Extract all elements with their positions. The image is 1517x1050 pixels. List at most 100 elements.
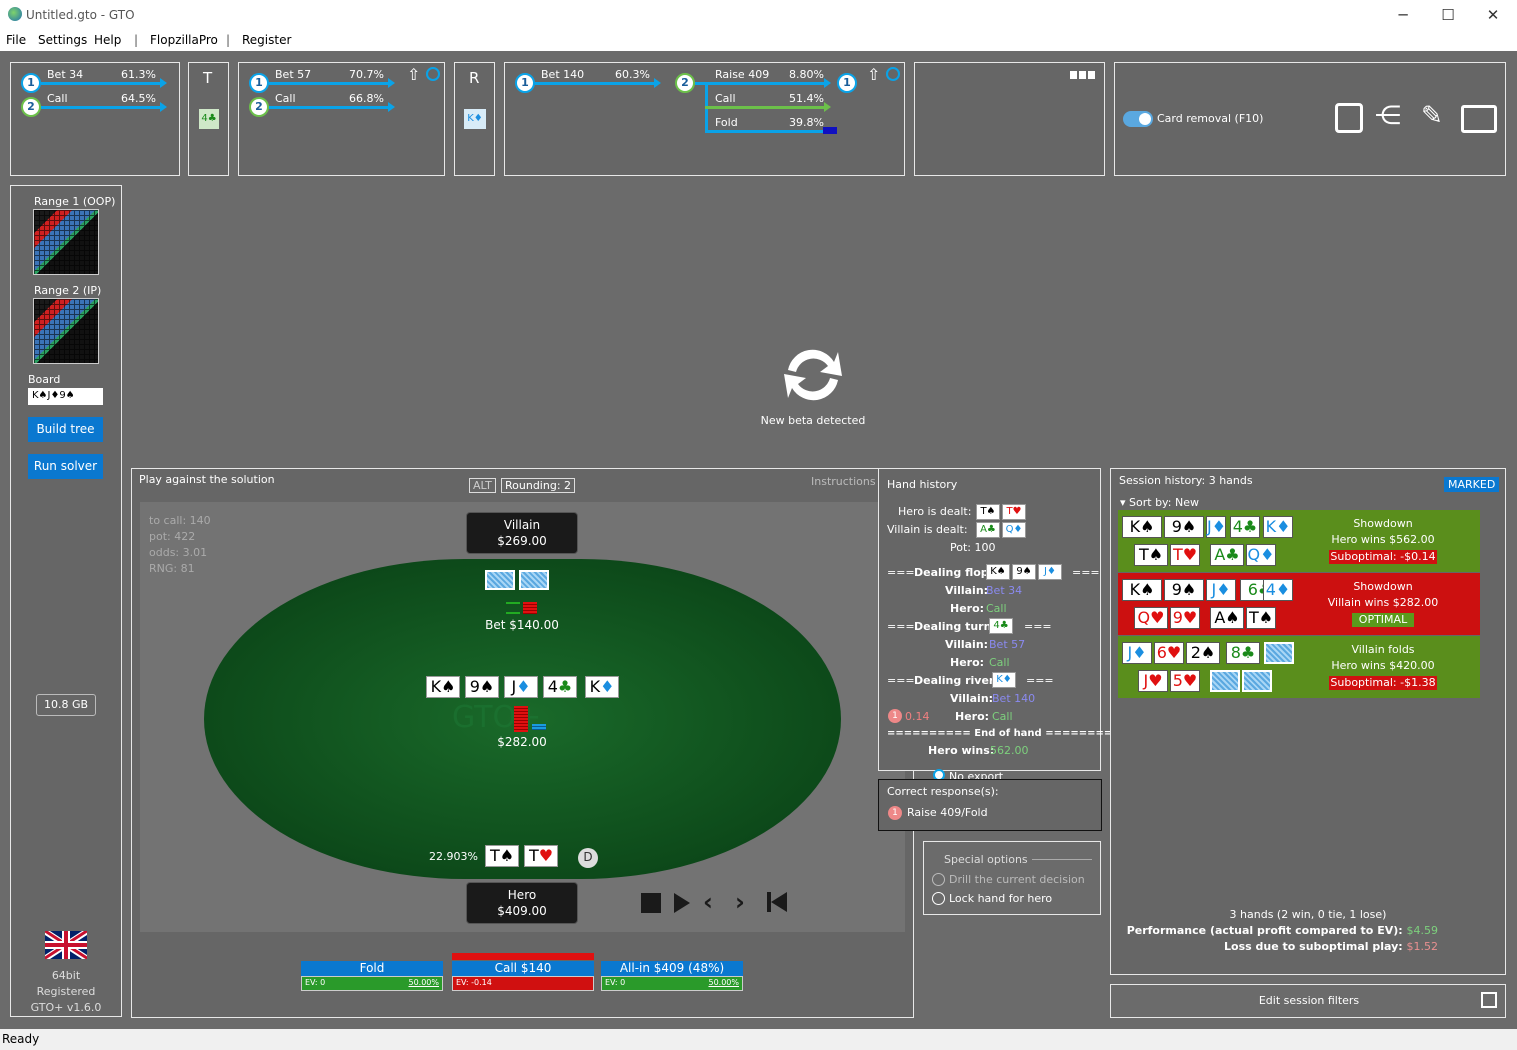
hh-end: ========== End of hand ==========	[887, 728, 1129, 739]
session-card: T♠	[1246, 607, 1276, 629]
build-tree-button[interactable]: Build tree	[28, 417, 103, 442]
node-pct: 66.8%	[349, 92, 384, 105]
session-hand-row[interactable]: K♠ 9♠ J♦ 4♣ K♦ T♠ T♥ A♣ Q♦ Showdown Hero…	[1118, 510, 1480, 572]
play-icon[interactable]	[674, 893, 690, 913]
hh-separator: ===	[887, 620, 915, 633]
street-label: T	[203, 69, 213, 87]
hh-hero-action: Call	[989, 656, 1010, 669]
menu-separator: |	[134, 33, 139, 47]
hh-separator: ===	[1024, 620, 1052, 633]
range2-matrix[interactable]	[33, 298, 99, 364]
action-arrow	[695, 78, 831, 88]
hh-card: T♠	[980, 506, 996, 517]
hh-hero-wins-amount: 562.00	[990, 744, 1029, 757]
board-input[interactable]: K♠J♦9♠	[28, 388, 103, 405]
hh-villain-label: Villain:	[945, 584, 989, 597]
hh-villain-dealt: Villain is dealt:	[887, 523, 968, 536]
session-winner: Villain wins $282.00	[1327, 596, 1439, 609]
session-hand-row[interactable]: J♦ 6♥ 2♠ 8♣ J♥ 5♥ Villain folds Hero win…	[1118, 636, 1480, 698]
hh-card: J♦	[1044, 566, 1056, 577]
folder-icon[interactable]	[1461, 105, 1497, 133]
session-card: 8♣	[1226, 642, 1260, 664]
maximize-button[interactable]: ☐	[1435, 4, 1461, 26]
minimize-button[interactable]: ─	[1390, 4, 1416, 26]
session-result: Showdown	[1353, 580, 1413, 593]
edit-filters-button[interactable]: Edit session filters	[1110, 984, 1506, 1018]
correct-value: Raise 409/Fold	[907, 806, 988, 819]
river-node-panel[interactable]: 1 Bet 140 60.3% 2 Raise 409 8.80% 1 ⇧ Ca…	[504, 62, 905, 176]
session-card: 4♦	[1263, 579, 1293, 601]
rounding-badge[interactable]: Rounding: 2	[501, 478, 576, 493]
hh-card: K♦	[996, 674, 1012, 685]
session-badge: Suboptimal: -$1.38	[1329, 676, 1437, 690]
turn-street-panel[interactable]: T 4♣	[188, 62, 229, 176]
session-card: K♦	[1263, 516, 1293, 538]
marked-badge[interactable]: MARKED	[1444, 477, 1500, 492]
drill-checkbox[interactable]	[932, 873, 945, 886]
share-icon[interactable]: ⋲	[1375, 101, 1401, 131]
allin-action[interactable]: All-in $409 (48%) EV: 0 50.00%	[601, 961, 743, 993]
call-action[interactable]: Call $140 EV: -0.14	[452, 961, 594, 993]
performance-row: Performance (actual profit compared to E…	[1110, 924, 1438, 937]
node-label: Bet 140	[541, 68, 585, 81]
upload-icon[interactable]: ⇧	[867, 65, 880, 84]
menu-register[interactable]: Register	[242, 33, 291, 47]
run-solver-button[interactable]: Run solver	[28, 454, 103, 479]
tools-panel: Card removal (F10) ⋲ ✎	[1114, 62, 1506, 176]
stop-icon[interactable]	[641, 893, 661, 913]
allin-button[interactable]: All-in $409 (48%)	[601, 961, 743, 976]
flop-node-panel[interactable]: 1 Bet 34 61.3% 2 Call 64.5%	[10, 62, 180, 176]
oop-player-icon: 1	[249, 73, 269, 93]
fold-action[interactable]: Fold EV: 0 50.00%	[301, 961, 443, 993]
node-label: Call	[47, 92, 68, 105]
pot-chips-icon	[514, 706, 528, 732]
session-card: J♦	[1206, 516, 1227, 538]
loss-row: Loss due to suboptimal play: $1.52	[1110, 940, 1438, 953]
session-hand-row[interactable]: K♠ 9♠ J♦ 6♣ 4♦ Q♥ 9♥ A♠ T♠ Showdown Vill…	[1118, 573, 1480, 635]
menu-settings[interactable]: Settings	[38, 33, 87, 47]
next-icon[interactable]: ›	[735, 888, 745, 916]
node-label: Bet 34	[47, 68, 84, 81]
sort-dropdown[interactable]: ▾ Sort by: New	[1120, 496, 1199, 509]
session-summary: 3 hands (2 win, 0 tie, 1 lose)	[1229, 908, 1387, 921]
registered-label: Registered	[36, 985, 96, 998]
river-card: K♦	[464, 109, 486, 129]
session-badge: OPTIMAL	[1352, 613, 1414, 627]
session-result: Showdown	[1353, 517, 1413, 530]
session-card: T♥	[1170, 544, 1200, 566]
range1-matrix[interactable]	[33, 209, 99, 275]
menu-help[interactable]: Help	[94, 33, 121, 47]
instructions-link[interactable]: Instructions	[811, 475, 876, 488]
session-card: 9♠	[1164, 579, 1204, 601]
hh-card: K♠	[990, 566, 1006, 577]
card-removal-toggle[interactable]	[1123, 111, 1153, 127]
alt-badge[interactable]: ALT	[469, 478, 496, 493]
lock-checkbox[interactable]	[932, 892, 945, 905]
node-pct: 8.80%	[789, 68, 824, 81]
loss-label: Loss due to suboptimal play:	[1224, 940, 1403, 953]
fold-button[interactable]: Fold	[301, 961, 443, 976]
menu-bar: File Settings Help | FlopzillaPro | Regi…	[0, 31, 1517, 51]
call-button[interactable]: Call $140	[452, 961, 594, 976]
hand-history-title: Hand history	[887, 478, 958, 491]
turn-node-panel[interactable]: 1 Bet 57 70.7% ⇧ 2 Call 66.8%	[238, 62, 445, 176]
hero-name: Hero	[507, 888, 537, 902]
close-button[interactable]: ✕	[1480, 4, 1506, 26]
uk-flag-icon[interactable]	[45, 931, 87, 959]
grid-icon[interactable]	[1070, 71, 1096, 79]
prev-icon[interactable]: ‹	[703, 888, 713, 916]
menu-flopzillapro[interactable]: FlopzillaPro	[150, 33, 218, 47]
river-street-panel[interactable]: R K♦	[454, 62, 495, 176]
fold-freq: 50.00%	[408, 978, 439, 987]
copy-icon[interactable]	[1335, 103, 1363, 133]
edit-icon[interactable]: ✎	[1421, 101, 1443, 131]
upload-icon[interactable]: ⇧	[407, 65, 420, 84]
menu-file[interactable]: File	[6, 33, 26, 47]
lock-label: Lock hand for hero	[949, 892, 1053, 905]
ip-player-icon: 2	[21, 97, 41, 117]
node-label: Call	[715, 92, 736, 105]
villain-cards	[485, 570, 549, 593]
app-icon	[8, 7, 22, 21]
refresh-icon[interactable]	[776, 340, 850, 410]
node-label: Fold	[715, 116, 738, 129]
